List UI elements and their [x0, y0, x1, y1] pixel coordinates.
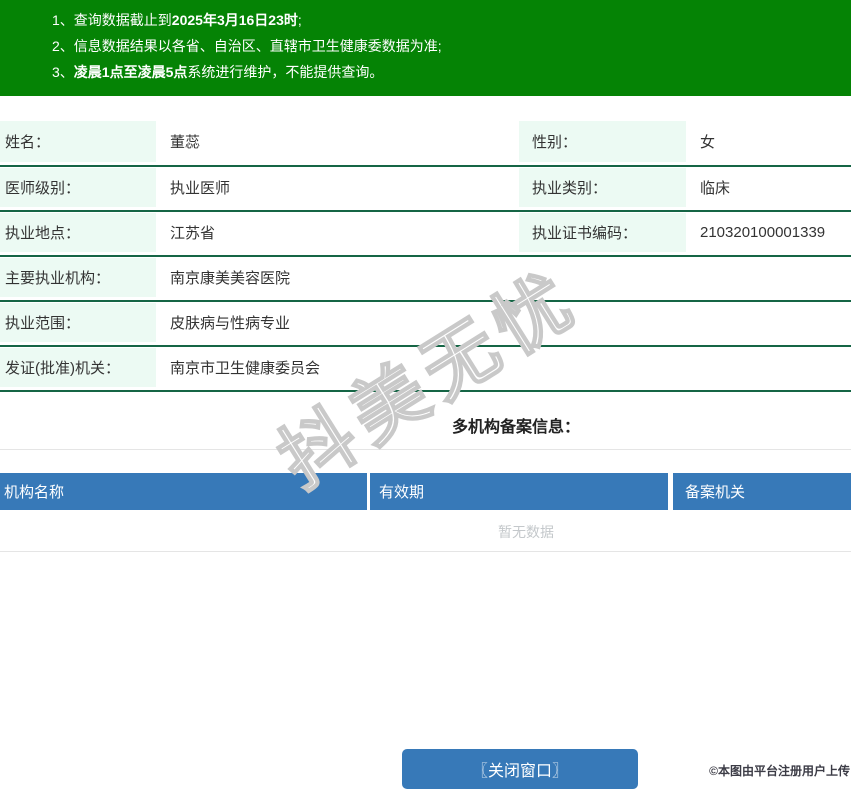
- field-label-license-number: 执业证书编码：: [519, 213, 686, 252]
- field-label-issuing-authority: 发证(批准)机关：: [0, 348, 156, 387]
- notice-line-3-suffix: 系统进行维护，不能提供查询。: [187, 64, 384, 80]
- field-label-practice-location: 执业地点：: [0, 213, 156, 252]
- copyright-note: ©本图由平台注册用户上传: [709, 764, 850, 778]
- info-row-level-category: 医师级别： 执业医师 执业类别： 临床: [0, 167, 851, 212]
- divider-line-top: [0, 449, 851, 450]
- info-row-name-gender: 姓名： 董蕊 性别： 女: [0, 120, 851, 167]
- notice-banner: 1、查询数据截止到2025年3月16日23时; 2、信息数据结果以各省、自治区、…: [0, 0, 851, 96]
- notice-line-1: 1、查询数据截止到2025年3月16日23时;: [52, 7, 851, 33]
- notice-line-3-text: 3、: [52, 64, 74, 80]
- field-value-practice-scope: 皮肤病与性病专业: [170, 315, 291, 332]
- field-label-practice-category: 执业类别：: [519, 168, 686, 207]
- field-label-doctor-level: 医师级别：: [0, 168, 156, 207]
- notice-line-2-text: 2、信息数据结果以各省、自治区、直辖市卫生健康委数据为准;: [52, 38, 442, 54]
- notice-line-1-bold: 2025年3月16日23时: [171, 12, 298, 28]
- field-value-doctor-level: 执业医师: [170, 180, 231, 197]
- divider-line-bottom: [0, 551, 851, 552]
- notice-line-3: 3、凌晨1点至凌晨5点系统进行维护，不能提供查询。: [52, 59, 851, 85]
- section-title-multi-org-records: 多机构备案信息：: [451, 419, 580, 436]
- info-row-location-license: 执业地点： 江苏省 执业证书编码： 210320100001339: [0, 212, 851, 257]
- empty-data-text: 暂无数据: [498, 524, 554, 540]
- field-value-main-institution: 南京康美美容医院: [170, 270, 291, 287]
- field-value-name: 董蕊: [170, 134, 201, 151]
- close-window-button[interactable]: 〖关闭窗口〗: [402, 749, 638, 789]
- field-value-practice-location: 江苏省: [170, 225, 216, 242]
- field-value-license-number: 210320100001339: [700, 224, 826, 241]
- field-label-name: 姓名：: [0, 121, 156, 162]
- field-label-practice-scope: 执业范围：: [0, 303, 156, 342]
- notice-line-1-text: 1、查询数据截止到: [52, 12, 172, 28]
- field-label-main-institution: 主要执业机构：: [0, 258, 156, 297]
- field-value-practice-category: 临床: [700, 180, 731, 197]
- notice-line-1-suffix: ;: [297, 12, 302, 28]
- info-row-main-institution: 主要执业机构： 南京康美美容医院: [0, 257, 851, 302]
- field-value-gender: 女: [700, 134, 716, 151]
- notice-line-3-bold: 凌晨1点至凌晨5点: [73, 64, 188, 80]
- records-col-header-authority: 备案机关: [673, 473, 851, 510]
- records-col-header-validity: 有效期: [370, 473, 668, 510]
- info-row-issuing-authority: 发证(批准)机关： 南京市卫生健康委员会: [0, 347, 851, 392]
- field-value-issuing-authority: 南京市卫生健康委员会: [170, 360, 321, 377]
- records-col-header-institution: 机构名称: [0, 473, 367, 510]
- field-label-gender: 性别：: [519, 121, 686, 162]
- notice-line-2: 2、信息数据结果以各省、自治区、直辖市卫生健康委数据为准;: [52, 33, 851, 59]
- info-row-practice-scope: 执业范围： 皮肤病与性病专业: [0, 302, 851, 347]
